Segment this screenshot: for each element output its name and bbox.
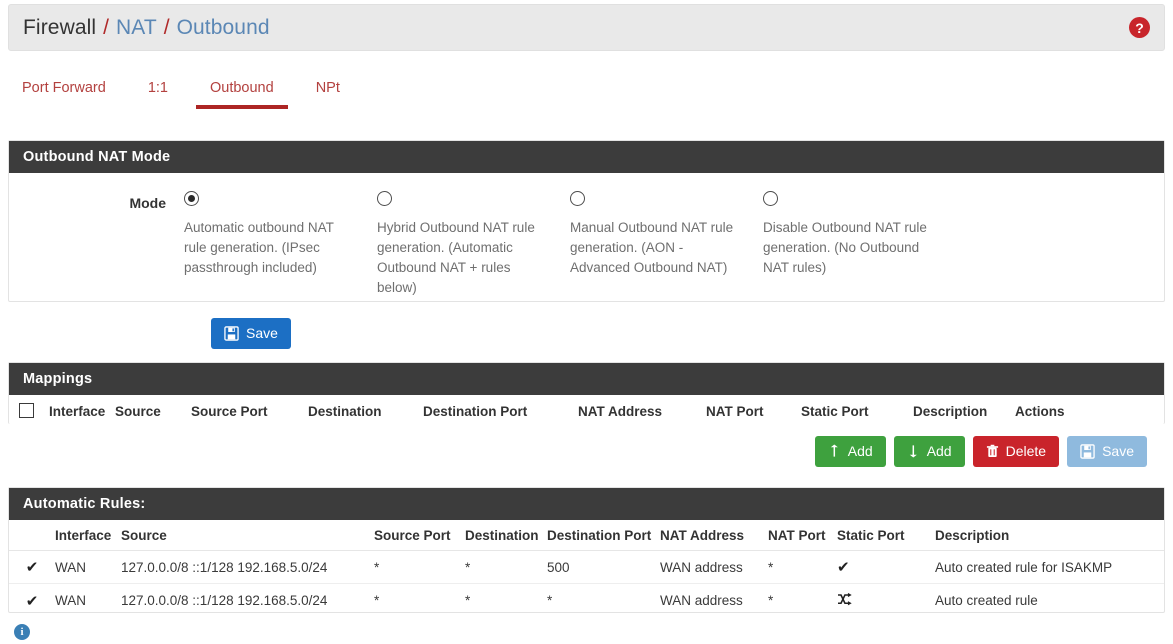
row-source-port: * bbox=[374, 559, 380, 575]
mode-option-automatic[interactable]: Automatic outbound NAT rule generation. … bbox=[184, 191, 377, 301]
mode-option-disable-label: Disable Outbound NAT rule generation. (N… bbox=[763, 220, 927, 275]
checkmark-static-port-icon: ✔ bbox=[837, 559, 850, 576]
radio-manual-outbound-nat[interactable] bbox=[570, 191, 585, 206]
mappings-column-actions: Actions bbox=[1015, 404, 1065, 419]
breadcrumb: Firewall / NAT / Outbound ? bbox=[8, 4, 1165, 51]
row-description: Auto created rule for ISAKMP bbox=[935, 559, 1113, 575]
mappings-column-destination-port: Destination Port bbox=[423, 404, 528, 419]
mode-option-disable[interactable]: Disable Outbound NAT rule generation. (N… bbox=[763, 191, 956, 301]
mappings-column-interface: Interface bbox=[49, 404, 106, 419]
row-destination: * bbox=[465, 593, 471, 608]
automatic-rules-column-interface: Interface bbox=[55, 527, 112, 543]
row-destination: * bbox=[465, 559, 471, 575]
checkmark-enabled-icon: ✔ bbox=[25, 559, 39, 576]
radio-disable-outbound-nat[interactable] bbox=[763, 191, 778, 206]
table-row: ✔ WAN 127.0.0.0/8 ::1/128 192.168.5.0/24… bbox=[9, 584, 1164, 617]
mappings-column-destination: Destination bbox=[308, 404, 382, 419]
mappings-column-nat-port: NAT Port bbox=[706, 404, 764, 419]
mappings-panel: Mappings Interface Source Source Port De… bbox=[8, 362, 1165, 424]
tab-npt[interactable]: NPt bbox=[302, 76, 354, 109]
mode-save-row: Save bbox=[211, 318, 291, 349]
row-source: 127.0.0.0/8 ::1/128 192.168.5.0/24 bbox=[121, 593, 328, 608]
mappings-save-button[interactable]: Save bbox=[1067, 436, 1147, 467]
automatic-rules-column-destination: Destination bbox=[465, 527, 539, 543]
mappings-title: Mappings bbox=[9, 363, 1164, 395]
floppy-disk-save-icon bbox=[224, 326, 239, 341]
mode-option-manual[interactable]: Manual Outbound NAT rule generation. (AO… bbox=[570, 191, 763, 301]
mode-save-button[interactable]: Save bbox=[211, 318, 291, 349]
mode-options-group: Automatic outbound NAT rule generation. … bbox=[184, 191, 956, 301]
outbound-nat-mode-panel: Outbound NAT Mode Mode Automatic outboun… bbox=[8, 140, 1165, 302]
automatic-rules-column-nat-port: NAT Port bbox=[768, 527, 826, 543]
mode-save-button-label: Save bbox=[246, 325, 278, 341]
mappings-action-bar: Add Add Delete Save bbox=[814, 436, 1147, 467]
automatic-rules-column-destination-port: Destination Port bbox=[547, 527, 652, 543]
automatic-rules-column-nat-address: NAT Address bbox=[660, 527, 745, 543]
breadcrumb-separator-2: / bbox=[163, 15, 170, 39]
automatic-rules-column-source-port: Source Port bbox=[374, 527, 451, 543]
automatic-rules-title: Automatic Rules: bbox=[9, 488, 1164, 520]
row-source-port: * bbox=[374, 593, 380, 608]
row-interface: WAN bbox=[55, 559, 86, 575]
add-rule-bottom-label: Add bbox=[926, 443, 952, 459]
trash-delete-icon bbox=[986, 444, 999, 458]
mode-option-automatic-label: Automatic outbound NAT rule generation. … bbox=[184, 220, 334, 275]
row-destination-port: 500 bbox=[547, 559, 570, 575]
mappings-column-description: Description bbox=[913, 404, 988, 419]
automatic-rules-header-row: Interface Source Source Port Destination… bbox=[9, 520, 1164, 551]
breadcrumb-link-outbound[interactable]: Outbound bbox=[177, 16, 270, 40]
information-icon[interactable]: i bbox=[14, 624, 30, 640]
outbound-nat-mode-title: Outbound NAT Mode bbox=[9, 141, 1164, 173]
tab-port-forward[interactable]: Port Forward bbox=[8, 76, 120, 109]
tab-outbound[interactable]: Outbound bbox=[195, 76, 288, 109]
row-nat-port: * bbox=[768, 559, 774, 575]
shuffle-random-port-icon bbox=[837, 592, 935, 610]
arrow-down-add-icon bbox=[907, 444, 920, 458]
mode-option-hybrid-label: Hybrid Outbound NAT rule generation. (Au… bbox=[377, 220, 535, 295]
row-description: Auto created rule bbox=[935, 593, 1038, 608]
mode-option-hybrid[interactable]: Hybrid Outbound NAT rule generation. (Au… bbox=[377, 191, 570, 301]
help-icon-container: ? bbox=[1129, 17, 1150, 38]
question-mark-help-icon[interactable]: ? bbox=[1129, 17, 1150, 38]
nat-tab-bar: Port Forward 1:1 Outbound NPt bbox=[8, 76, 1165, 118]
mappings-save-label: Save bbox=[1102, 443, 1134, 459]
row-nat-address: WAN address bbox=[660, 559, 743, 575]
automatic-rules-column-source: Source bbox=[121, 527, 167, 543]
breadcrumb-app: Firewall bbox=[23, 15, 97, 39]
automatic-rules-column-description: Description bbox=[935, 527, 1010, 543]
row-source: 127.0.0.0/8 ::1/128 192.168.5.0/24 bbox=[121, 559, 328, 575]
mappings-column-source-port: Source Port bbox=[191, 404, 268, 419]
mappings-header-row: Interface Source Source Port Destination… bbox=[9, 395, 1164, 428]
row-nat-port: * bbox=[768, 593, 774, 608]
delete-rules-button[interactable]: Delete bbox=[972, 436, 1060, 467]
delete-rules-label: Delete bbox=[1005, 443, 1047, 459]
row-destination-port: * bbox=[547, 593, 553, 608]
automatic-rules-column-static-port: Static Port bbox=[837, 527, 905, 543]
automatic-rules-panel: Automatic Rules: Interface Source Source… bbox=[8, 487, 1165, 613]
mappings-select-all-container bbox=[19, 402, 49, 421]
tab-one-to-one[interactable]: 1:1 bbox=[134, 76, 182, 109]
arrow-up-add-icon bbox=[828, 444, 841, 458]
floppy-disk-save-icon bbox=[1080, 444, 1095, 459]
mode-option-manual-label: Manual Outbound NAT rule generation. (AO… bbox=[570, 220, 734, 275]
mappings-column-static-port: Static Port bbox=[801, 404, 869, 419]
mode-field-label: Mode bbox=[129, 195, 166, 211]
checkmark-enabled-icon: ✔ bbox=[25, 592, 39, 610]
mode-body: Mode Automatic outbound NAT rule generat… bbox=[9, 173, 1164, 301]
breadcrumb-separator-1: / bbox=[103, 15, 109, 39]
breadcrumb-link-nat[interactable]: NAT bbox=[116, 16, 157, 40]
add-rule-top-button[interactable]: Add bbox=[814, 436, 886, 467]
checkbox-unchecked-icon[interactable] bbox=[19, 402, 34, 418]
row-interface: WAN bbox=[55, 593, 86, 608]
radio-hybrid-outbound-nat[interactable] bbox=[377, 191, 392, 206]
mappings-column-nat-address: NAT Address bbox=[578, 404, 663, 419]
row-nat-address: WAN address bbox=[660, 593, 743, 608]
add-rule-bottom-button[interactable]: Add bbox=[893, 436, 965, 467]
add-rule-top-label: Add bbox=[847, 443, 873, 459]
table-row: ✔ WAN 127.0.0.0/8 ::1/128 192.168.5.0/24… bbox=[9, 551, 1164, 584]
radio-automatic-outbound-nat[interactable] bbox=[184, 191, 199, 206]
mappings-column-source: Source bbox=[115, 404, 161, 419]
